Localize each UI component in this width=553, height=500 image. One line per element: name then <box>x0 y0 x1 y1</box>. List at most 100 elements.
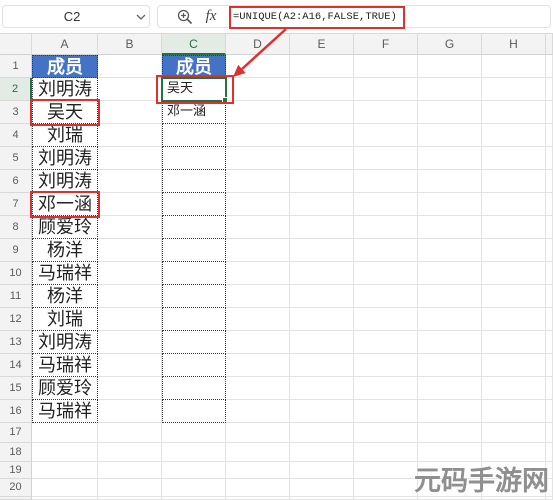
cell-E14[interactable] <box>290 354 354 377</box>
cell-D13[interactable] <box>226 331 290 354</box>
cell-C10[interactable] <box>162 262 226 285</box>
cell-A18[interactable] <box>32 443 98 462</box>
cell-A20[interactable] <box>32 479 98 497</box>
cell-partial[interactable] <box>546 239 553 262</box>
cell-C11[interactable] <box>162 285 226 308</box>
cell-G6[interactable] <box>418 170 482 193</box>
cell-A10[interactable]: 马瑞祥 <box>32 262 98 285</box>
cell-D20[interactable] <box>226 479 290 497</box>
cell-C7[interactable] <box>162 193 226 216</box>
cell-F13[interactable] <box>354 331 418 354</box>
cell-H3[interactable] <box>482 101 546 124</box>
cell-D11[interactable] <box>226 285 290 308</box>
cell-D5[interactable] <box>226 147 290 170</box>
cell-C14[interactable] <box>162 354 226 377</box>
cell-F10[interactable] <box>354 262 418 285</box>
row-header-18[interactable]: 18 <box>0 443 32 462</box>
cell-E18[interactable] <box>290 443 354 462</box>
row-header-10[interactable]: 10 <box>0 262 32 285</box>
cell-A12[interactable]: 刘瑞 <box>32 308 98 331</box>
cell-A15[interactable]: 顾爱玲 <box>32 377 98 400</box>
cell-E8[interactable] <box>290 216 354 239</box>
cell-G14[interactable] <box>418 354 482 377</box>
row-header-4[interactable]: 4 <box>0 124 32 147</box>
cell-A2[interactable]: 刘明涛 <box>32 78 98 101</box>
column-header-G[interactable]: G <box>418 33 482 55</box>
cell-B11[interactable] <box>98 285 162 308</box>
cell-H11[interactable] <box>482 285 546 308</box>
cell-D6[interactable] <box>226 170 290 193</box>
cell-D17[interactable] <box>226 423 290 443</box>
cell-E4[interactable] <box>290 124 354 147</box>
cell-B14[interactable] <box>98 354 162 377</box>
cell-A17[interactable] <box>32 423 98 443</box>
cell-B19[interactable] <box>98 462 162 479</box>
cell-G7[interactable] <box>418 193 482 216</box>
cell-E7[interactable] <box>290 193 354 216</box>
cell-G12[interactable] <box>418 308 482 331</box>
cell-partial[interactable] <box>546 147 553 170</box>
cell-G9[interactable] <box>418 239 482 262</box>
cell-D8[interactable] <box>226 216 290 239</box>
cell-H9[interactable] <box>482 239 546 262</box>
row-header-19[interactable]: 19 <box>0 462 32 479</box>
cell-H16[interactable] <box>482 400 546 423</box>
column-header-D[interactable]: D <box>226 33 290 55</box>
row-header-12[interactable]: 12 <box>0 308 32 331</box>
cell-H8[interactable] <box>482 216 546 239</box>
cell-F1[interactable] <box>354 55 418 78</box>
row-header-8[interactable]: 8 <box>0 216 32 239</box>
cell-G11[interactable] <box>418 285 482 308</box>
row-header-14[interactable]: 14 <box>0 354 32 377</box>
cell-E5[interactable] <box>290 147 354 170</box>
cell-H1[interactable] <box>482 55 546 78</box>
cell-D10[interactable] <box>226 262 290 285</box>
cell-G8[interactable] <box>418 216 482 239</box>
cell-G3[interactable] <box>418 101 482 124</box>
cell-A14[interactable]: 马瑞祥 <box>32 354 98 377</box>
cell-D15[interactable] <box>226 377 290 400</box>
cell-G13[interactable] <box>418 331 482 354</box>
column-header-B[interactable]: B <box>98 33 162 55</box>
cell-E16[interactable] <box>290 400 354 423</box>
cell-B7[interactable] <box>98 193 162 216</box>
cell-F3[interactable] <box>354 101 418 124</box>
name-box-value[interactable]: C2 <box>2 5 142 28</box>
cell-G16[interactable] <box>418 400 482 423</box>
cell-B1[interactable] <box>98 55 162 78</box>
cell-C17[interactable] <box>162 423 226 443</box>
cell-B18[interactable] <box>98 443 162 462</box>
row-header-2[interactable]: 2 <box>0 78 32 101</box>
cell-F16[interactable] <box>354 400 418 423</box>
cell-A11[interactable]: 杨洋 <box>32 285 98 308</box>
cell-A5[interactable]: 刘明涛 <box>32 147 98 170</box>
row-header-13[interactable]: 13 <box>0 331 32 354</box>
cell-H12[interactable] <box>482 308 546 331</box>
cell-H10[interactable] <box>482 262 546 285</box>
cell-F14[interactable] <box>354 354 418 377</box>
select-all-corner[interactable] <box>0 33 32 55</box>
column-header-H[interactable]: H <box>482 33 546 55</box>
cell-E11[interactable] <box>290 285 354 308</box>
cell-C12[interactable] <box>162 308 226 331</box>
cell-E3[interactable] <box>290 101 354 124</box>
cell-B6[interactable] <box>98 170 162 193</box>
cell-partial[interactable] <box>546 78 553 101</box>
cell-B2[interactable] <box>98 78 162 101</box>
column-header-A[interactable]: A <box>32 33 98 55</box>
cell-F8[interactable] <box>354 216 418 239</box>
cell-E17[interactable] <box>290 423 354 443</box>
zoom-in-icon[interactable] <box>177 9 193 25</box>
cell-partial[interactable] <box>546 101 553 124</box>
row-header-7[interactable]: 7 <box>0 193 32 216</box>
cell-E6[interactable] <box>290 170 354 193</box>
cell-B16[interactable] <box>98 400 162 423</box>
cell-E2[interactable] <box>290 78 354 101</box>
cell-H4[interactable] <box>482 124 546 147</box>
cell-F17[interactable] <box>354 423 418 443</box>
cell-G1[interactable] <box>418 55 482 78</box>
cell-F19[interactable] <box>354 462 418 479</box>
cell-C9[interactable] <box>162 239 226 262</box>
cell-E19[interactable] <box>290 462 354 479</box>
cell-G17[interactable] <box>418 423 482 443</box>
